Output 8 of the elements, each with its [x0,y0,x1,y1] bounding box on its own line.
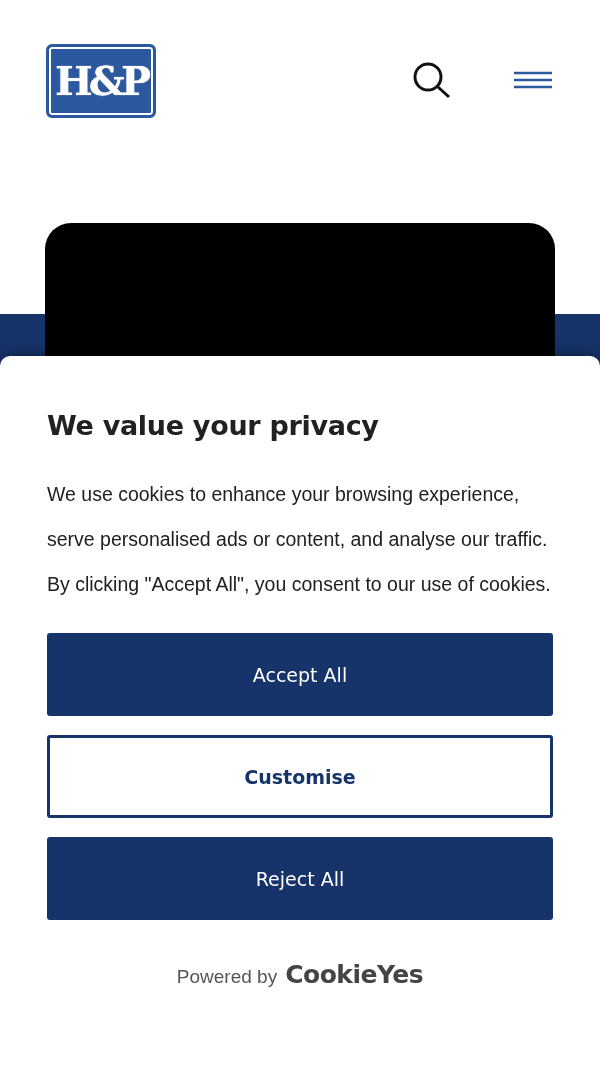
dialog-title: We value your privacy [47,409,380,443]
brand-logo[interactable]: CookieYes [285,960,424,989]
company-logo[interactable]: H&P [46,44,156,118]
consent-message: We use cookies to enhance your browsing experience, serve personalised ads or content, and analyse our traffic. By clicking "Accept All", you consent to our use of cookies. [47,482,552,597]
customise-button[interactable]: Customise [47,735,553,818]
consent-button[interactable]: Accept All [47,633,553,716]
powered-by-text: Powered by [176,966,278,988]
consent-button[interactable]: Reject All [47,837,553,920]
